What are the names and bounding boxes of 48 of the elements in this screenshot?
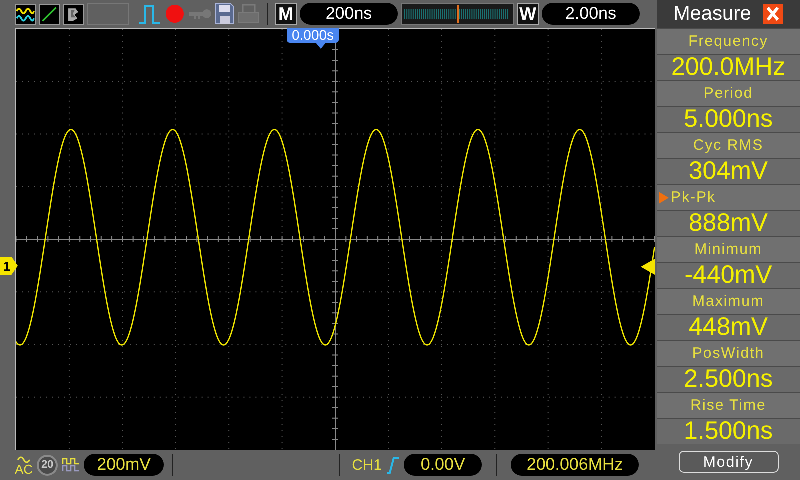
trigger-level-readout[interactable]: 0.00V [404, 454, 482, 476]
measurement-label: Period [704, 85, 754, 102]
selection-arrow-icon [659, 192, 669, 204]
square-wave-icon [62, 457, 80, 473]
measurement-label-row[interactable]: Frequency [657, 28, 800, 54]
measurement-label: Maximum [692, 293, 764, 310]
measurement-label-row[interactable]: Maximum [657, 288, 800, 314]
record-dot-icon [165, 4, 185, 24]
panel-title: Measure [674, 2, 752, 26]
measurement-label: Rise Time [690, 397, 766, 414]
measurement-label-row[interactable]: Rise Time [657, 392, 800, 418]
volts-per-division-readout[interactable]: 200mV [84, 454, 164, 476]
modify-button[interactable]: Modify [678, 451, 778, 473]
key-icon [188, 7, 212, 21]
measurement-value: 304mV [688, 157, 768, 186]
measurement-label: Minimum [694, 241, 762, 258]
measurement-label-row[interactable]: Cyc RMS [657, 132, 800, 158]
window-timebase-label: W [517, 3, 539, 25]
measurement-value: 1.500ns [684, 417, 773, 446]
main-timebase-label: M [275, 3, 297, 25]
measurement-value: 200.0MHz [672, 53, 786, 82]
measurement-label: Pk-Pk [671, 189, 716, 206]
close-icon[interactable] [763, 4, 784, 24]
frequency-readout: 200.006MHz [511, 454, 640, 476]
channel-waveforms-icon[interactable] [15, 4, 36, 24]
trigger-position-pointer-icon [316, 43, 326, 49]
measurement-label: Cyc RMS [693, 137, 764, 154]
measurement-label-row[interactable]: PosWidth [657, 340, 800, 366]
coupling-indicator: AC [15, 454, 34, 476]
measurement-label-row[interactable]: Pk-Pk [657, 184, 800, 210]
window-timebase-readout[interactable]: 2.00ns [542, 3, 640, 25]
trigger-source-label: CH1 [352, 456, 382, 474]
measurement-label: PosWidth [692, 345, 765, 362]
measurement-label-row[interactable]: Minimum [657, 236, 800, 262]
measurement-label: Frequency [688, 33, 768, 50]
pulse-icon [138, 3, 162, 25]
trigger-level-marker-icon[interactable] [641, 259, 655, 275]
printer-icon [238, 3, 260, 25]
ramp-icon[interactable] [39, 4, 60, 24]
measurement-value: 2.500ns [684, 365, 773, 394]
measurement-value: 5.000ns [684, 105, 773, 134]
measurement-label-row[interactable]: Period [657, 80, 800, 106]
measurement-value: -440mV [684, 261, 772, 290]
rising-edge-icon [386, 456, 400, 474]
measurement-value: 888mV [688, 209, 768, 238]
measurement-value: 448mV [688, 313, 768, 342]
timebase-readout[interactable]: 200ns [300, 3, 398, 25]
bandwidth-limit-indicator: 20 [37, 454, 58, 476]
